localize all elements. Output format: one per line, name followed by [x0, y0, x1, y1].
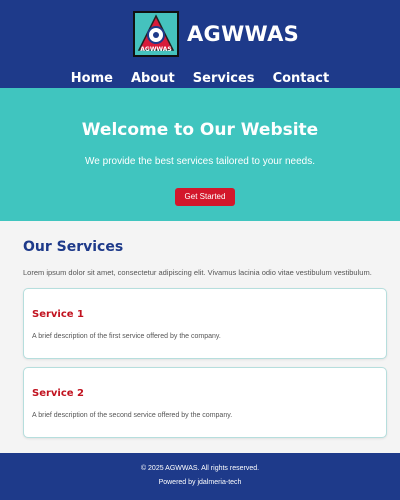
services-section: Our Services Lorem ipsum dolor sit amet,… — [0, 221, 400, 453]
hero-section: Welcome to Our Website We provide the be… — [0, 88, 400, 221]
service-card-title: Service 2 — [32, 388, 85, 399]
get-started-button[interactable]: Get Started — [175, 188, 235, 206]
hero-subtitle: We provide the best services tailored to… — [85, 156, 315, 167]
site-footer: © 2025 AGWWAS. All rights reserved. Powe… — [0, 453, 400, 500]
nav-home[interactable]: Home — [71, 70, 113, 88]
service-card-description: A brief description of the second servic… — [32, 412, 233, 419]
hero-title: Welcome to Our Website — [81, 120, 319, 140]
site-header: AGWWAS AGWWAS Home About Services Contac… — [0, 0, 400, 88]
services-heading: Our Services — [23, 239, 124, 255]
main-nav: Home About Services Contact — [0, 70, 400, 88]
nav-contact[interactable]: Contact — [273, 70, 330, 88]
service-card-description: A brief description of the first service… — [32, 333, 221, 340]
service-card: Service 2 A brief description of the sec… — [23, 367, 387, 438]
services-intro: Lorem ipsum dolor sit amet, consectetur … — [23, 268, 372, 277]
nav-services[interactable]: Services — [193, 70, 255, 88]
service-card-title: Service 1 — [32, 309, 85, 320]
brand-name: AGWWAS — [187, 22, 300, 46]
logo: AGWWAS — [133, 11, 179, 57]
copyright-text: © 2025 AGWWAS. All rights reserved. — [140, 465, 260, 472]
logo-text: AGWWAS — [140, 46, 172, 53]
brand[interactable]: AGWWAS AGWWAS — [133, 10, 299, 58]
service-card: Service 1 A brief description of the fir… — [23, 288, 387, 359]
powered-by-text: Powered by jdalmeria-tech — [158, 479, 242, 486]
nav-about[interactable]: About — [131, 70, 175, 88]
